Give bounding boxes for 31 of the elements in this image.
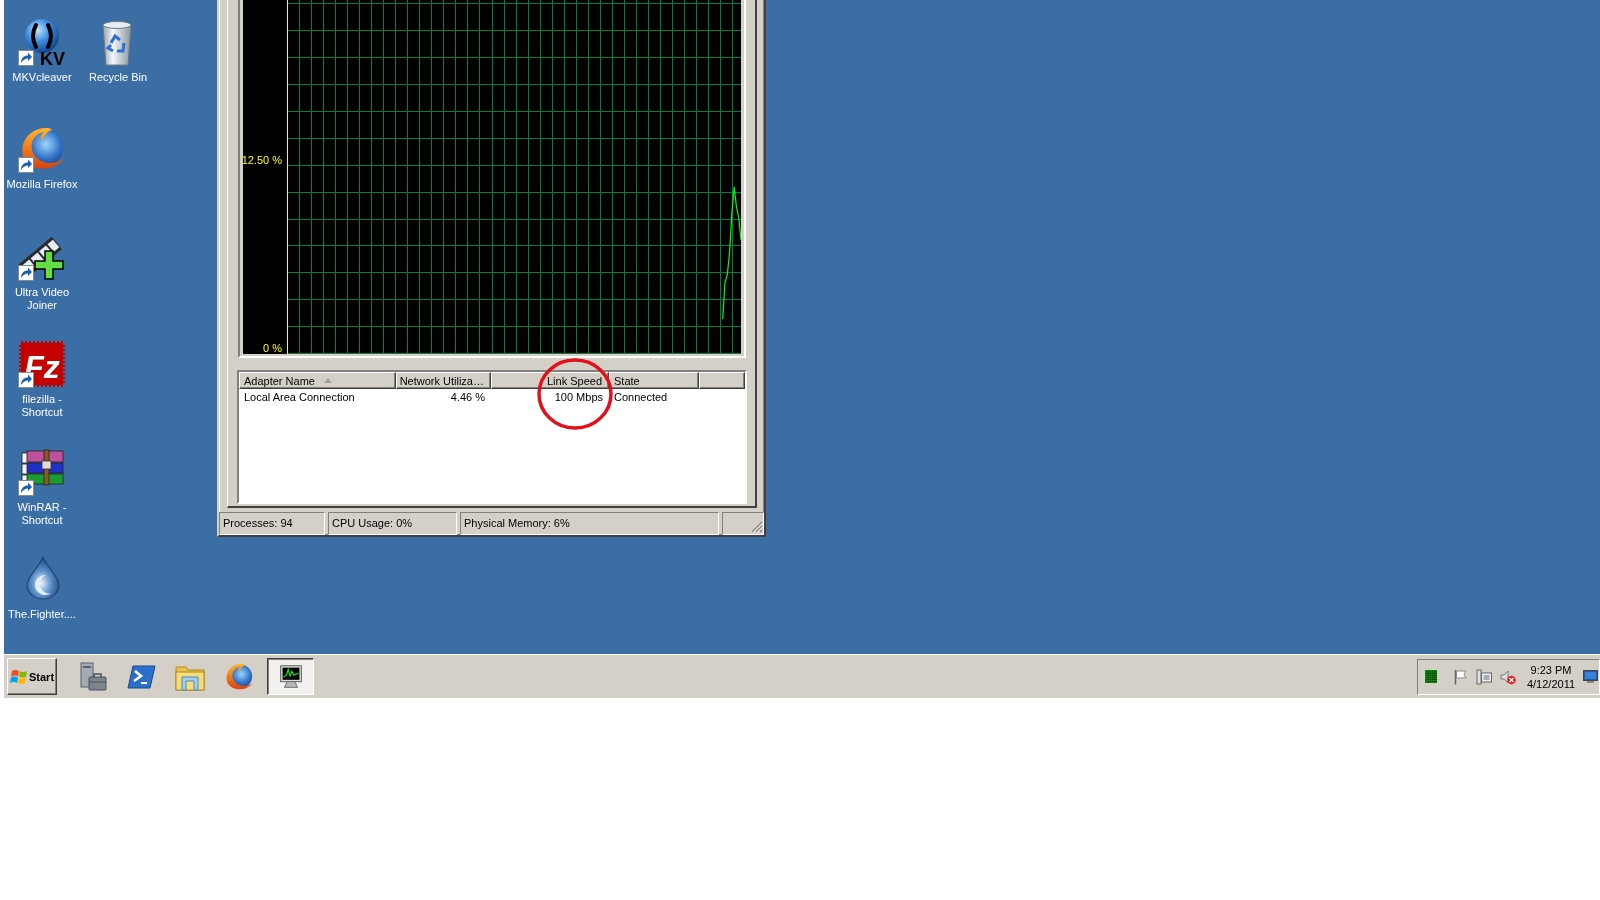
flag-logo-icon bbox=[10, 668, 28, 685]
icon-label[interactable]: MKVcleaver bbox=[12, 71, 72, 84]
table-cell-text: 4.46 % bbox=[449, 390, 486, 405]
status-square-icon[interactable] bbox=[1425, 670, 1437, 683]
status-field: Physical Memory: 6% bbox=[460, 512, 719, 535]
axis-label: 0 % bbox=[263, 342, 282, 354]
table-cell-text: 100 Mbps bbox=[553, 390, 604, 405]
resize-grip-icon[interactable] bbox=[751, 521, 763, 533]
speaker-muted-icon[interactable] bbox=[1500, 668, 1516, 685]
column-header[interactable]: State bbox=[609, 372, 699, 389]
column-header[interactable]: Network Utiliza… bbox=[396, 372, 491, 389]
flag-icon[interactable] bbox=[1453, 668, 1468, 685]
column-header[interactable]: Link Speed bbox=[491, 372, 609, 389]
table-cell-text: Local Area Connection bbox=[243, 390, 356, 405]
icon-label[interactable]: Mozilla Firefox bbox=[6, 178, 78, 192]
icon-label[interactable]: Ultra Video Joiner bbox=[4, 285, 80, 312]
table-cell-text: Connected bbox=[613, 390, 669, 405]
icon-label[interactable]: filezilla - Shortcut bbox=[4, 393, 80, 420]
icon-label[interactable]: WinRAR - Shortcut bbox=[4, 500, 80, 527]
status-field: CPU Usage: 0% bbox=[328, 512, 457, 535]
clock-date[interactable]: 4/12/2011 bbox=[1526, 676, 1576, 691]
axis-label: 12.50 % bbox=[243, 154, 282, 167]
show-desktop-icon[interactable] bbox=[1583, 670, 1598, 683]
icon-label[interactable]: The.Fighter.... bbox=[8, 607, 76, 621]
status-field: Processes: 94 bbox=[219, 512, 325, 535]
start-button[interactable]: Start bbox=[7, 658, 57, 695]
task-button[interactable] bbox=[267, 658, 314, 695]
icon-label[interactable]: Recycle Bin bbox=[88, 71, 148, 84]
computer-icon[interactable] bbox=[1476, 668, 1492, 685]
column-header[interactable]: Adapter Name bbox=[239, 372, 396, 389]
clock-time[interactable]: 9:23 PM bbox=[1530, 662, 1572, 677]
